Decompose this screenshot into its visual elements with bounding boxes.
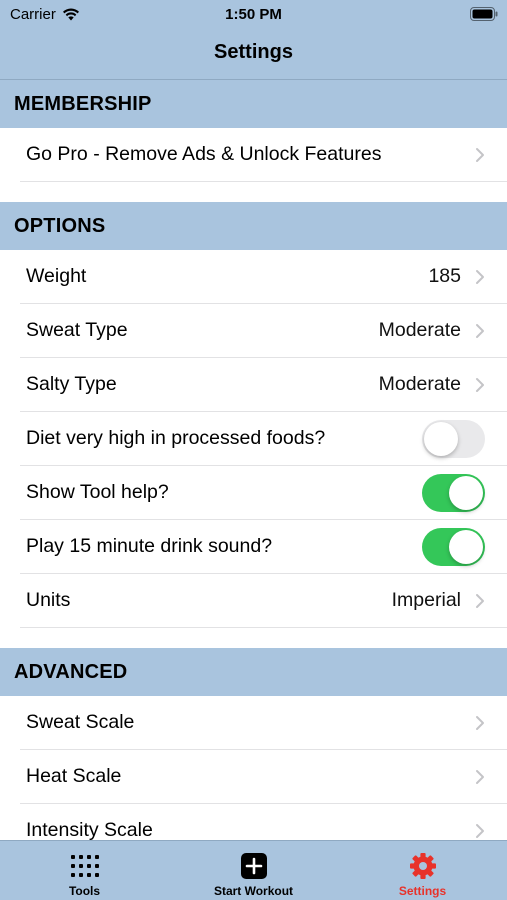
drink-sound-toggle[interactable] bbox=[422, 527, 485, 566]
sweat-type-label: Sweat Type bbox=[26, 319, 128, 341]
section-header-options: OPTIONS bbox=[0, 202, 507, 250]
battery-icon bbox=[470, 7, 498, 25]
processed-foods-row: Diet very high in processed foods? bbox=[20, 412, 507, 466]
chevron-right-icon bbox=[476, 769, 484, 784]
intensity-scale-label: Intensity Scale bbox=[26, 819, 153, 840]
page-title: Settings bbox=[214, 41, 293, 63]
salty-type-label: Salty Type bbox=[26, 373, 117, 395]
chevron-right-icon bbox=[476, 269, 484, 284]
go-pro-label: Go Pro - Remove Ads & Unlock Features bbox=[26, 143, 382, 165]
drink-sound-label: Play 15 minute drink sound? bbox=[26, 535, 273, 557]
section-header-membership: MEMBERSHIP bbox=[0, 80, 507, 128]
chevron-right-icon bbox=[476, 823, 484, 838]
toggle-knob bbox=[449, 475, 483, 510]
chevron-right-icon bbox=[476, 377, 484, 392]
plus-square-icon bbox=[240, 852, 267, 880]
weight-value: 185 bbox=[428, 265, 461, 287]
units-value: Imperial bbox=[391, 589, 461, 611]
units-label: Units bbox=[26, 589, 71, 611]
tab-settings-label: Settings bbox=[398, 884, 447, 898]
grid-icon bbox=[70, 852, 99, 880]
weight-row[interactable]: Weight 185 bbox=[20, 250, 507, 304]
status-bar: Carrier 1:50 PM bbox=[0, 0, 507, 28]
tab-bar: Tools Start Workout Settings bbox=[0, 840, 507, 900]
tool-help-row: Show Tool help? bbox=[20, 466, 507, 520]
weight-label: Weight bbox=[26, 265, 87, 287]
intensity-scale-row[interactable]: Intensity Scale bbox=[20, 804, 507, 840]
chevron-right-icon bbox=[476, 593, 484, 608]
chevron-right-icon bbox=[476, 715, 484, 730]
settings-list[interactable]: MEMBERSHIP Go Pro - Remove Ads & Unlock … bbox=[0, 80, 507, 840]
processed-foods-label: Diet very high in processed foods? bbox=[26, 427, 326, 449]
navigation-bar: Carrier 1:50 PM Settings bbox=[0, 0, 507, 80]
salty-type-row[interactable]: Salty Type Moderate bbox=[20, 358, 507, 412]
sweat-scale-label: Sweat Scale bbox=[26, 711, 135, 733]
units-row[interactable]: Units Imperial bbox=[20, 574, 507, 628]
tab-tools-label: Tools bbox=[68, 884, 101, 898]
go-pro-row[interactable]: Go Pro - Remove Ads & Unlock Features bbox=[20, 128, 507, 182]
tab-tools[interactable]: Tools bbox=[0, 841, 169, 900]
salty-type-value: Moderate bbox=[378, 373, 461, 395]
toggle-knob bbox=[449, 529, 483, 564]
sweat-type-value: Moderate bbox=[378, 319, 461, 341]
tool-help-toggle[interactable] bbox=[422, 473, 485, 512]
chevron-right-icon bbox=[476, 323, 484, 338]
tool-help-label: Show Tool help? bbox=[26, 481, 169, 503]
tab-start-workout-label: Start Workout bbox=[213, 884, 294, 898]
section-header-advanced: ADVANCED bbox=[0, 648, 507, 696]
processed-foods-toggle[interactable] bbox=[422, 419, 485, 458]
status-time: 1:50 PM bbox=[225, 6, 282, 23]
sweat-type-row[interactable]: Sweat Type Moderate bbox=[20, 304, 507, 358]
sweat-scale-row[interactable]: Sweat Scale bbox=[20, 696, 507, 750]
chevron-right-icon bbox=[476, 147, 484, 162]
gear-icon bbox=[409, 852, 437, 880]
tab-start-workout[interactable]: Start Workout bbox=[169, 841, 338, 900]
toggle-knob bbox=[424, 421, 458, 456]
drink-sound-row: Play 15 minute drink sound? bbox=[20, 520, 507, 574]
heat-scale-row[interactable]: Heat Scale bbox=[20, 750, 507, 804]
tab-settings[interactable]: Settings bbox=[338, 841, 507, 900]
heat-scale-label: Heat Scale bbox=[26, 765, 122, 787]
